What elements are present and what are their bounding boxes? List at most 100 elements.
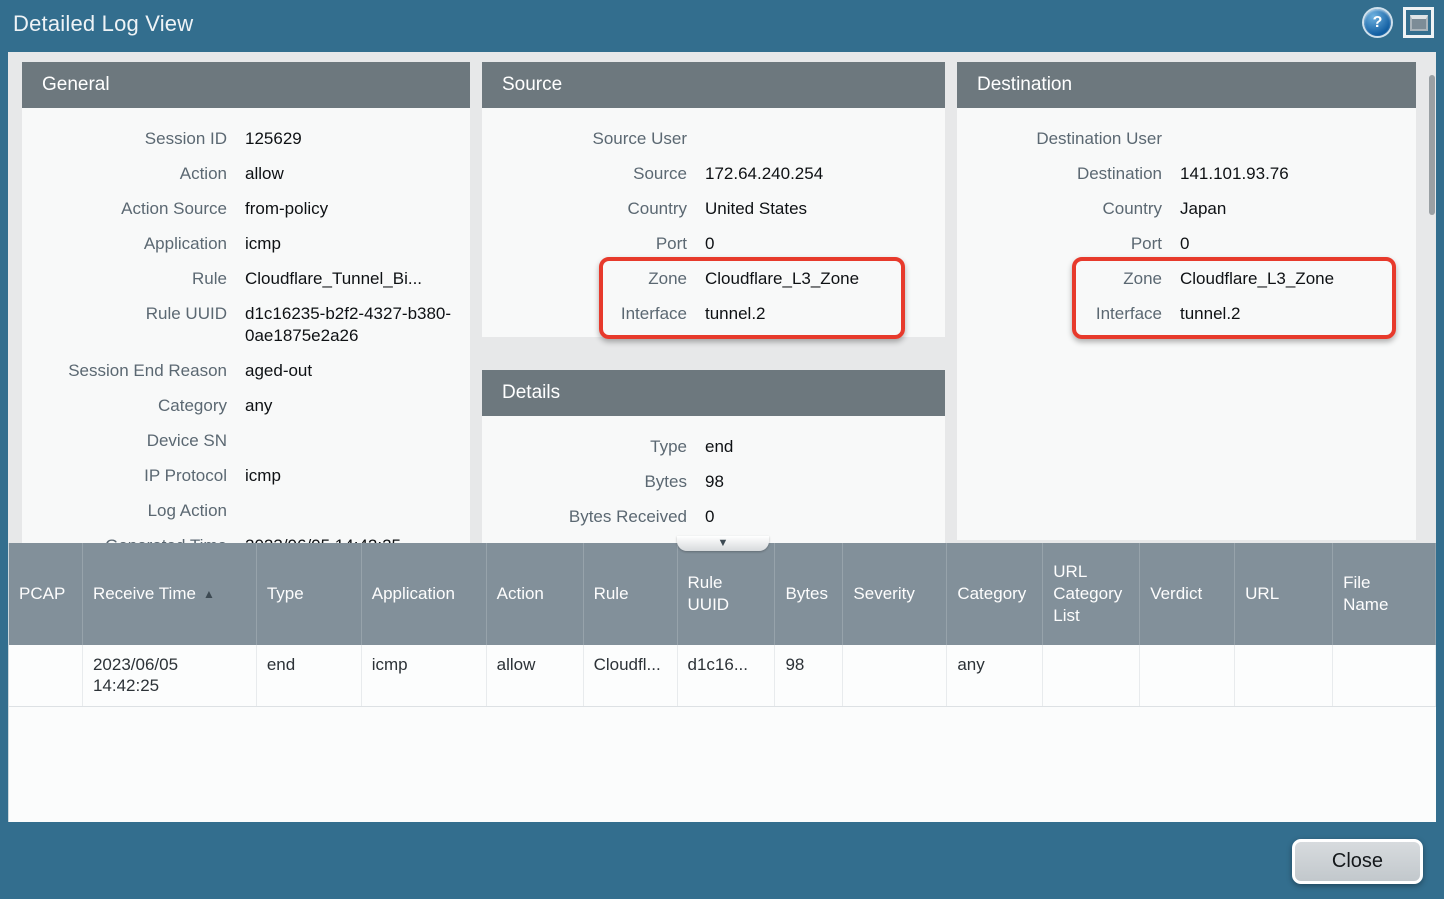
field-row: Typeend	[482, 430, 945, 465]
cell-bytes: 98	[775, 645, 843, 706]
field-row: Destination User	[957, 122, 1416, 157]
log-table: ▼ PCAP Receive Time▲ Type Application Ac…	[8, 543, 1436, 822]
field-row: Categoryany	[22, 389, 470, 424]
field-row: Session End Reason aged-out	[22, 354, 470, 389]
table-collapse-handle[interactable]: ▼	[677, 536, 769, 551]
column-header-label: Application	[372, 583, 455, 605]
panel-destination-header: Destination	[957, 62, 1416, 108]
field-label: Destination	[957, 163, 1162, 185]
field-row: Log Action	[22, 494, 470, 529]
panel-details: Details Typeend Bytes98 Bytes Received0	[482, 370, 945, 543]
column-header-pcap[interactable]: PCAP	[9, 543, 83, 645]
field-label: Generated Time	[22, 535, 227, 543]
column-header-action[interactable]: Action	[487, 543, 584, 645]
cell-url	[1235, 645, 1333, 706]
table-header-row: PCAP Receive Time▲ Type Application Acti…	[9, 543, 1436, 645]
column-header-rule[interactable]: Rule	[584, 543, 678, 645]
field-value: end	[705, 436, 733, 458]
field-value: 0	[705, 506, 714, 528]
cell-verdict	[1140, 645, 1235, 706]
field-row: Source User	[482, 122, 945, 157]
column-header-url[interactable]: URL	[1235, 543, 1333, 645]
panel-source-header: Source	[482, 62, 945, 108]
field-value: icmp	[245, 465, 281, 487]
table-row[interactable]: 2023/06/05 14:42:25 end icmp allow Cloud…	[9, 645, 1436, 707]
field-label: Device SN	[22, 430, 227, 452]
field-label: Destination User	[957, 128, 1162, 150]
field-label: Type	[482, 436, 687, 458]
field-value: 0	[705, 233, 714, 255]
column-header-severity[interactable]: Severity	[843, 543, 947, 645]
column-header-label: Rule UUID	[688, 572, 765, 616]
column-header-label: URL	[1245, 583, 1279, 605]
panel-general-header: General	[22, 62, 470, 108]
panel-details-header: Details	[482, 370, 945, 416]
cell-application: icmp	[362, 645, 487, 706]
cell-severity	[843, 645, 947, 706]
column-header-label: Severity	[853, 583, 914, 605]
field-label: Country	[482, 198, 687, 220]
column-header-type[interactable]: Type	[257, 543, 362, 645]
field-row: Session ID 125629	[22, 122, 470, 157]
field-value: 2023/06/05 14:42:25	[245, 535, 401, 543]
field-row: Destination 141.101.93.76	[957, 157, 1416, 192]
field-label: Session End Reason	[22, 360, 227, 382]
field-label: Source User	[482, 128, 687, 150]
field-label: Bytes	[482, 471, 687, 493]
column-header-url-category-list[interactable]: URL Category List	[1043, 543, 1140, 645]
cell-url-category-list	[1043, 645, 1140, 706]
field-value: icmp	[245, 233, 281, 255]
field-label: Country	[957, 198, 1162, 220]
field-row: Application icmp	[22, 227, 470, 262]
field-label: Log Action	[22, 500, 227, 522]
column-header-application[interactable]: Application	[362, 543, 487, 645]
field-value: 141.101.93.76	[1180, 163, 1289, 185]
field-row: CountryJapan	[957, 192, 1416, 227]
field-row: Actionallow	[22, 157, 470, 192]
column-header-label: Category	[957, 583, 1026, 605]
column-header-label: Type	[267, 583, 304, 605]
panel-general: General Session ID 125629 Actionallow Act…	[22, 62, 470, 543]
field-label: IP Protocol	[22, 465, 227, 487]
field-label: Port	[957, 233, 1162, 255]
panel-general-body: Session ID125629 Actionallow Action Sour…	[22, 108, 470, 543]
field-label: Port	[482, 233, 687, 255]
field-label: Application	[22, 233, 227, 255]
column-header-verdict[interactable]: Verdict	[1140, 543, 1235, 645]
column-header-category[interactable]: Category	[947, 543, 1043, 645]
cell-pcap	[9, 645, 83, 706]
field-value: d1c16235-b2f2-4327-b380-0ae1875e2a26	[245, 303, 457, 347]
annotation-box-source-zone-interface	[599, 257, 905, 339]
scrollbar-thumb[interactable]	[1429, 75, 1435, 215]
column-header-label: PCAP	[19, 583, 65, 605]
field-row: IP Protocol icmp	[22, 459, 470, 494]
cell-type: end	[257, 645, 362, 706]
column-header-file-name[interactable]: File Name	[1333, 543, 1436, 645]
field-label: Rule UUID	[22, 303, 227, 325]
field-label: Session ID	[22, 128, 227, 150]
field-value: 98	[705, 471, 724, 493]
field-value: United States	[705, 198, 807, 220]
field-row: RuleCloudflare_Tunnel_Bi...	[22, 262, 470, 297]
column-header-rule-uuid[interactable]: Rule UUID	[678, 543, 776, 645]
field-value: 125629	[245, 128, 302, 150]
field-row: Bytes 98	[482, 465, 945, 500]
field-value: 172.64.240.254	[705, 163, 823, 185]
field-label: Source	[482, 163, 687, 185]
close-button[interactable]: Close	[1292, 839, 1423, 884]
window-icon-pane	[1410, 15, 1428, 31]
column-header-bytes[interactable]: Bytes	[775, 543, 843, 645]
field-value: aged-out	[245, 360, 312, 382]
column-header-label: URL Category List	[1053, 561, 1129, 627]
detailed-log-view-dialog: Detailed Log View ? General Session ID12…	[0, 0, 1444, 899]
field-value: any	[245, 395, 272, 417]
window-icon[interactable]	[1403, 7, 1434, 38]
column-header-label: Bytes	[785, 583, 828, 605]
column-header-receive-time[interactable]: Receive Time▲	[83, 543, 257, 645]
help-icon[interactable]: ?	[1364, 9, 1391, 36]
cell-receive-time: 2023/06/05 14:42:25	[83, 645, 257, 706]
column-header-label: Verdict	[1150, 583, 1202, 605]
help-icon-glyph: ?	[1373, 14, 1383, 32]
cell-rule: Cloudfl...	[584, 645, 678, 706]
field-label: Action	[22, 163, 227, 185]
